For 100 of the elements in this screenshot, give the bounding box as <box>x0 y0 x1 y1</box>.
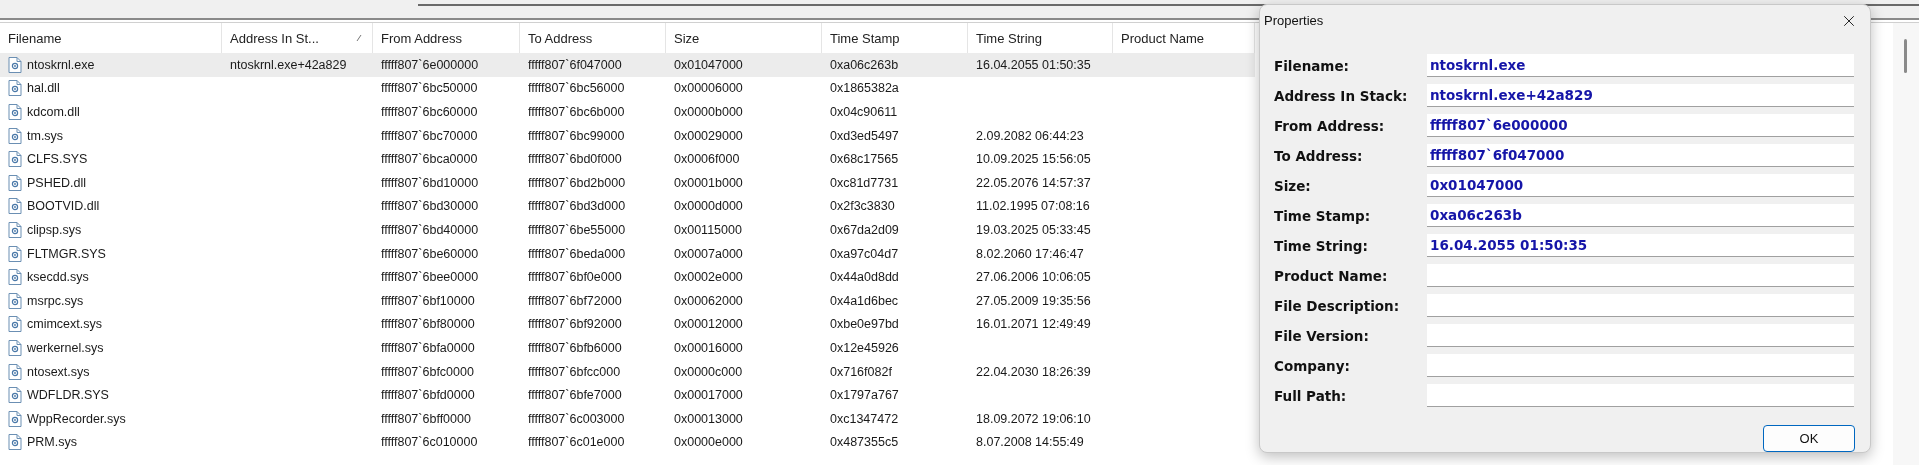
table-cell: fffff807`6bc6b000 <box>528 105 625 119</box>
table-cell: 0x00013000 <box>674 411 743 426</box>
input-field[interactable]: ntoskrnl.exe+42a829 <box>1427 84 1854 107</box>
table-cell: tm.sys <box>27 128 64 143</box>
table-cell: 8.07.2008 14:55:49 <box>976 435 1084 450</box>
table-cell: fffff807`6be60000 <box>381 246 479 261</box>
table-cell: kdcom.dll <box>27 105 80 119</box>
file-icon <box>8 434 22 451</box>
table-row[interactable]: ksecdd.sys fffff807`6bee0000 fffff807`6bf0e000 0x0002e000 0x44a0d8dd 27.06.2006 10:06:05 <box>0 265 1255 289</box>
table-cell: hal.dll <box>27 81 60 96</box>
input-field[interactable]: fffff807`6e000000 <box>1427 114 1854 137</box>
table-cell: 0x04c90611 <box>830 105 898 119</box>
table-row[interactable]: cmimcext.sys fffff807`6bf80000 fffff807`6bf92000 0x00012000 0xbe0e97bd 16.01.2071 12:49:49 <box>0 312 1255 337</box>
table-cell: 8.02.2060 17:46:47 <box>976 246 1084 261</box>
table-row[interactable]: ntoskrnl.exe ntoskrnl.exe+42a829 fffff807`6e000000 fffff807`6f047000 0x01047000 0xa06c263b 16.04.2055 01:50:35 <box>0 53 1255 77</box>
table-row[interactable]: werkernel.sys fffff807`6bfa0000 fffff807`6bfb6000 0x00016000 0x12e45926 <box>0 336 1255 360</box>
table-row[interactable]: kdcom.dll fffff807`6bc60000 fffff807`6bc6b000 0x0000b000 0x04c90611 <box>0 100 1255 124</box>
table-cell: WDFLDR.SYS <box>27 388 109 403</box>
field-label: File Version: <box>1274 327 1370 344</box>
table-row[interactable]: hal.dll fffff807`6bc50000 fffff807`6bc56000 0x00006000 0x1865382a <box>0 76 1255 101</box>
table-row[interactable]: WppRecorder.sys fffff807`6bff0000 fffff807`6c003000 0x00013000 0xc1347472 18.09.2072 19:06:10 <box>0 406 1255 431</box>
file-icon <box>8 245 22 262</box>
field-label: From Address: <box>1274 117 1386 134</box>
table-cell: 0x00016000 <box>674 340 743 355</box>
table-row[interactable]: BOOTVID.dll fffff807`6bd30000 fffff807`6bd3d000 0x0000d000 0x2f3c3830 11.02.1995 07:08:16 <box>0 194 1255 219</box>
table-row[interactable]: msrpc.sys fffff807`6bf10000 fffff807`6bf72000 0x00062000 0x4a1d6bec 27.05.2009 19:35:56 <box>0 288 1255 313</box>
table-cell: 19.03.2025 05:33:45 <box>976 222 1091 237</box>
table-cell: 0x487355c5 <box>830 435 899 450</box>
table-row[interactable]: CLFS.SYS fffff807`6bca0000 fffff807`6bd0f000 0x0006f000 0x68c17565 10.09.2025 15:56:05 <box>0 147 1255 171</box>
table-row[interactable]: PSHED.dll fffff807`6bd10000 fffff807`6bd2b000 0x0001b000 0xc81d7731 22.05.2076 14:57:37 <box>0 170 1255 195</box>
input-field[interactable] <box>1427 324 1854 347</box>
table-row[interactable]: WDFLDR.SYS fffff807`6bfd0000 fffff807`6bfe7000 0x00017000 0x1797a767 <box>0 383 1255 407</box>
field-label: Time String: <box>1274 237 1369 254</box>
field-label: To Address: <box>1274 147 1364 164</box>
table-cell: 0xd3ed5497 <box>830 128 899 143</box>
file-icon <box>8 363 22 380</box>
file-icon <box>8 292 22 309</box>
input-field[interactable] <box>1427 294 1854 317</box>
scrollbar[interactable] <box>1893 23 1919 465</box>
table-cell: BOOTVID.dll <box>27 199 100 214</box>
table-cell: 0xbe0e97bd <box>830 317 899 332</box>
table-cell: 16.04.2055 01:50:35 <box>976 57 1091 72</box>
table-cell: 18.09.2072 19:06:10 <box>976 411 1091 426</box>
table-cell: fffff807`6bfb6000 <box>528 340 622 355</box>
field-label: Filename: <box>1274 57 1350 74</box>
input-field[interactable]: fffff807`6f047000 <box>1427 144 1854 167</box>
input-field[interactable]: 16.04.2055 01:50:35 <box>1427 234 1854 257</box>
table-cell: fffff807`6bd30000 <box>381 199 479 214</box>
dialog-title: Properties <box>1264 13 1324 28</box>
table-cell: fffff807`6bd40000 <box>381 222 479 237</box>
field-label: Product Name: <box>1274 267 1389 284</box>
table-cell: fffff807`6bc99000 <box>528 128 625 143</box>
table-cell: msrpc.sys <box>27 293 84 308</box>
table-cell: 10.09.2025 15:56:05 <box>976 152 1091 167</box>
table-row[interactable]: ntosext.sys fffff807`6bfc0000 fffff807`6bfcc000 0x0000c000 0x716f082f 22.04.2030 18:26:39 <box>0 359 1255 384</box>
table-row[interactable]: tm.sys fffff807`6bc70000 fffff807`6bc99000 0x00029000 0xd3ed5497 2.09.2082 06:44:23 <box>0 123 1255 148</box>
field-label: Size: <box>1274 177 1312 194</box>
table-cell: 0x2f3c3830 <box>830 199 895 214</box>
file-icon <box>8 174 22 191</box>
table-cell: 0x67da2d09 <box>830 222 899 237</box>
table-cell: 0x1797a767 <box>830 388 899 403</box>
table-cell: PSHED.dll <box>27 175 87 190</box>
table-cell: ntoskrnl.exe <box>27 57 95 72</box>
table-cell: ksecdd.sys <box>27 270 89 285</box>
table-cell: 0x12e45926 <box>830 340 899 355</box>
table-cell: 0x4a1d6bec <box>830 293 899 308</box>
table-cell: 0x00012000 <box>674 317 743 332</box>
table-cell: cmimcext.sys <box>27 317 102 332</box>
ok-button[interactable]: OK <box>1763 425 1855 452</box>
table-row[interactable]: PRM.sys fffff807`6c010000 fffff807`6c01e000 0x0000e000 0x487355c5 8.07.2008 14:55:49 <box>0 430 1255 455</box>
scrollbar-thumb[interactable] <box>1904 39 1907 73</box>
input-field[interactable] <box>1427 384 1854 407</box>
input-field[interactable] <box>1427 354 1854 377</box>
table-cell: 0x716f082f <box>830 364 892 379</box>
table-cell: fffff807`6bee0000 <box>381 270 479 285</box>
input-field[interactable]: ntoskrnl.exe <box>1427 54 1854 77</box>
table-cell: fffff807`6be55000 <box>528 222 626 237</box>
input-field[interactable] <box>1427 264 1854 287</box>
table-cell: 0x00115000 <box>674 222 742 237</box>
table-cell: 0xc81d7731 <box>830 175 899 190</box>
table-cell: WppRecorder.sys <box>27 411 126 426</box>
table-cell: 0x00006000 <box>674 81 743 96</box>
file-icon <box>8 56 22 73</box>
field-label: Full Path: <box>1274 387 1348 404</box>
table-cell: fffff807`6bca0000 <box>381 152 478 167</box>
table-row[interactable]: clipsp.sys fffff807`6bd40000 fffff807`6be55000 0x00115000 0x67da2d09 19.03.2025 05:33:45 <box>0 218 1255 242</box>
table-cell: fffff807`6bf0e000 <box>528 270 622 285</box>
file-icon <box>8 151 22 168</box>
table-cell: fffff807`6c01e000 <box>528 435 625 450</box>
table-cell: 0x44a0d8dd <box>830 270 899 285</box>
input-field[interactable]: 0x01047000 <box>1427 174 1854 197</box>
table-cell: fffff807`6bc60000 <box>381 105 478 119</box>
table-row[interactable]: FLTMGR.SYS fffff807`6be60000 fffff807`6beda000 0x0007a000 0xa97c04d7 8.02.2060 17:46:47 <box>0 241 1255 266</box>
table-cell: fffff807`6bf10000 <box>381 293 475 308</box>
table-cell: fffff807`6bf80000 <box>381 317 475 332</box>
table-cell: fffff807`6bf72000 <box>528 293 622 308</box>
input-field[interactable]: 0xa06c263b <box>1427 204 1854 227</box>
table-cell: fffff807`6bd0f000 <box>528 152 622 167</box>
table-cell: 0x00062000 <box>674 293 743 308</box>
field-label: Address In Stack: <box>1274 87 1409 104</box>
